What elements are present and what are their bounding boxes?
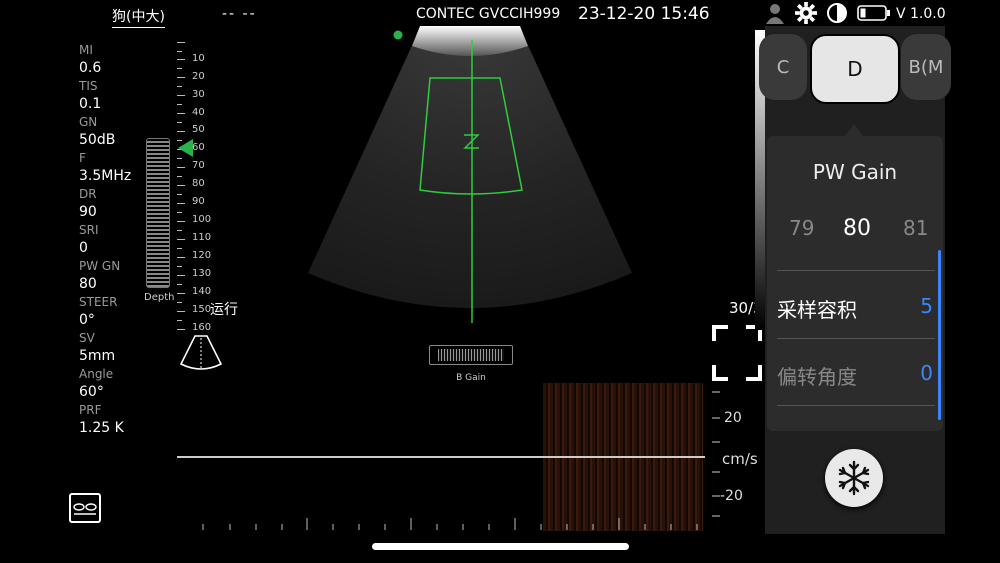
probe-orientation-icon[interactable] [179,334,223,372]
home-indicator[interactable] [372,543,629,550]
time-axis [202,518,698,530]
panel-scrollbar[interactable] [938,250,941,420]
mode-tab-c[interactable]: C [759,34,807,100]
focus-marker-icon[interactable] [178,139,194,157]
mode-tab-d[interactable]: D [810,34,900,104]
param-prf: PRF 1.25 K [79,403,124,436]
pw-gain-title: PW Gain [812,160,898,184]
contrast-icon[interactable] [826,2,848,24]
version-label: V 1.0.0 [896,6,946,22]
depth-label: Depth [144,292,175,303]
pw-gain-card: PW Gain 79 80 81 采样容积 5 偏转角度 0 [767,136,943,431]
freeze-button[interactable] [825,449,883,507]
doppler-unit: cm/s [722,450,758,468]
steer-angle-value[interactable]: 0 [920,361,933,385]
battery-icon [857,5,890,21]
run-status: 运行 [210,302,238,318]
measure-report-icon[interactable] [68,492,102,526]
param-tis: TIS 0.1 [79,79,102,112]
popover-arrow [845,124,863,136]
control-panel: C D B(M PW Gain 79 80 81 采样容积 5 偏转角度 0 [759,26,951,534]
ultrasound-image[interactable] [300,18,640,328]
depth-ruler: 10 20 30 40 50 60 70 80 90 100 110 120 1… [175,38,215,338]
gain-value-next[interactable]: 81 [903,216,928,240]
doppler-scale-top: 20 [724,410,742,426]
header-dashes: -- -- [222,6,257,22]
patient-name[interactable]: 狗(中大) [112,6,165,28]
fullscreen-icon[interactable] [712,325,762,381]
mode-tab-bm[interactable]: B(M [901,34,951,100]
gain-value-current[interactable]: 80 [843,216,871,241]
gain-value-prev[interactable]: 79 [789,216,814,240]
sample-volume-value[interactable]: 5 [920,294,933,318]
snowflake-icon [838,460,870,496]
user-icon[interactable] [764,2,786,24]
doppler-scale-bottom: -20 [720,488,743,504]
param-angle: Angle 60° [79,367,114,400]
param-mi: MI 0.6 [79,43,102,76]
param-sv: SV 5mm [79,331,116,364]
orientation-marker-icon [393,30,403,40]
sample-volume-label[interactable]: 采样容积 [777,294,857,323]
b-gain-label: B Gain [456,373,486,383]
depth-slider[interactable] [146,138,170,288]
gear-icon[interactable] [794,2,818,24]
doppler-baseline[interactable] [177,456,705,458]
steer-angle-label[interactable]: 偏转角度 [777,361,857,390]
b-gain-slider[interactable] [429,345,513,365]
